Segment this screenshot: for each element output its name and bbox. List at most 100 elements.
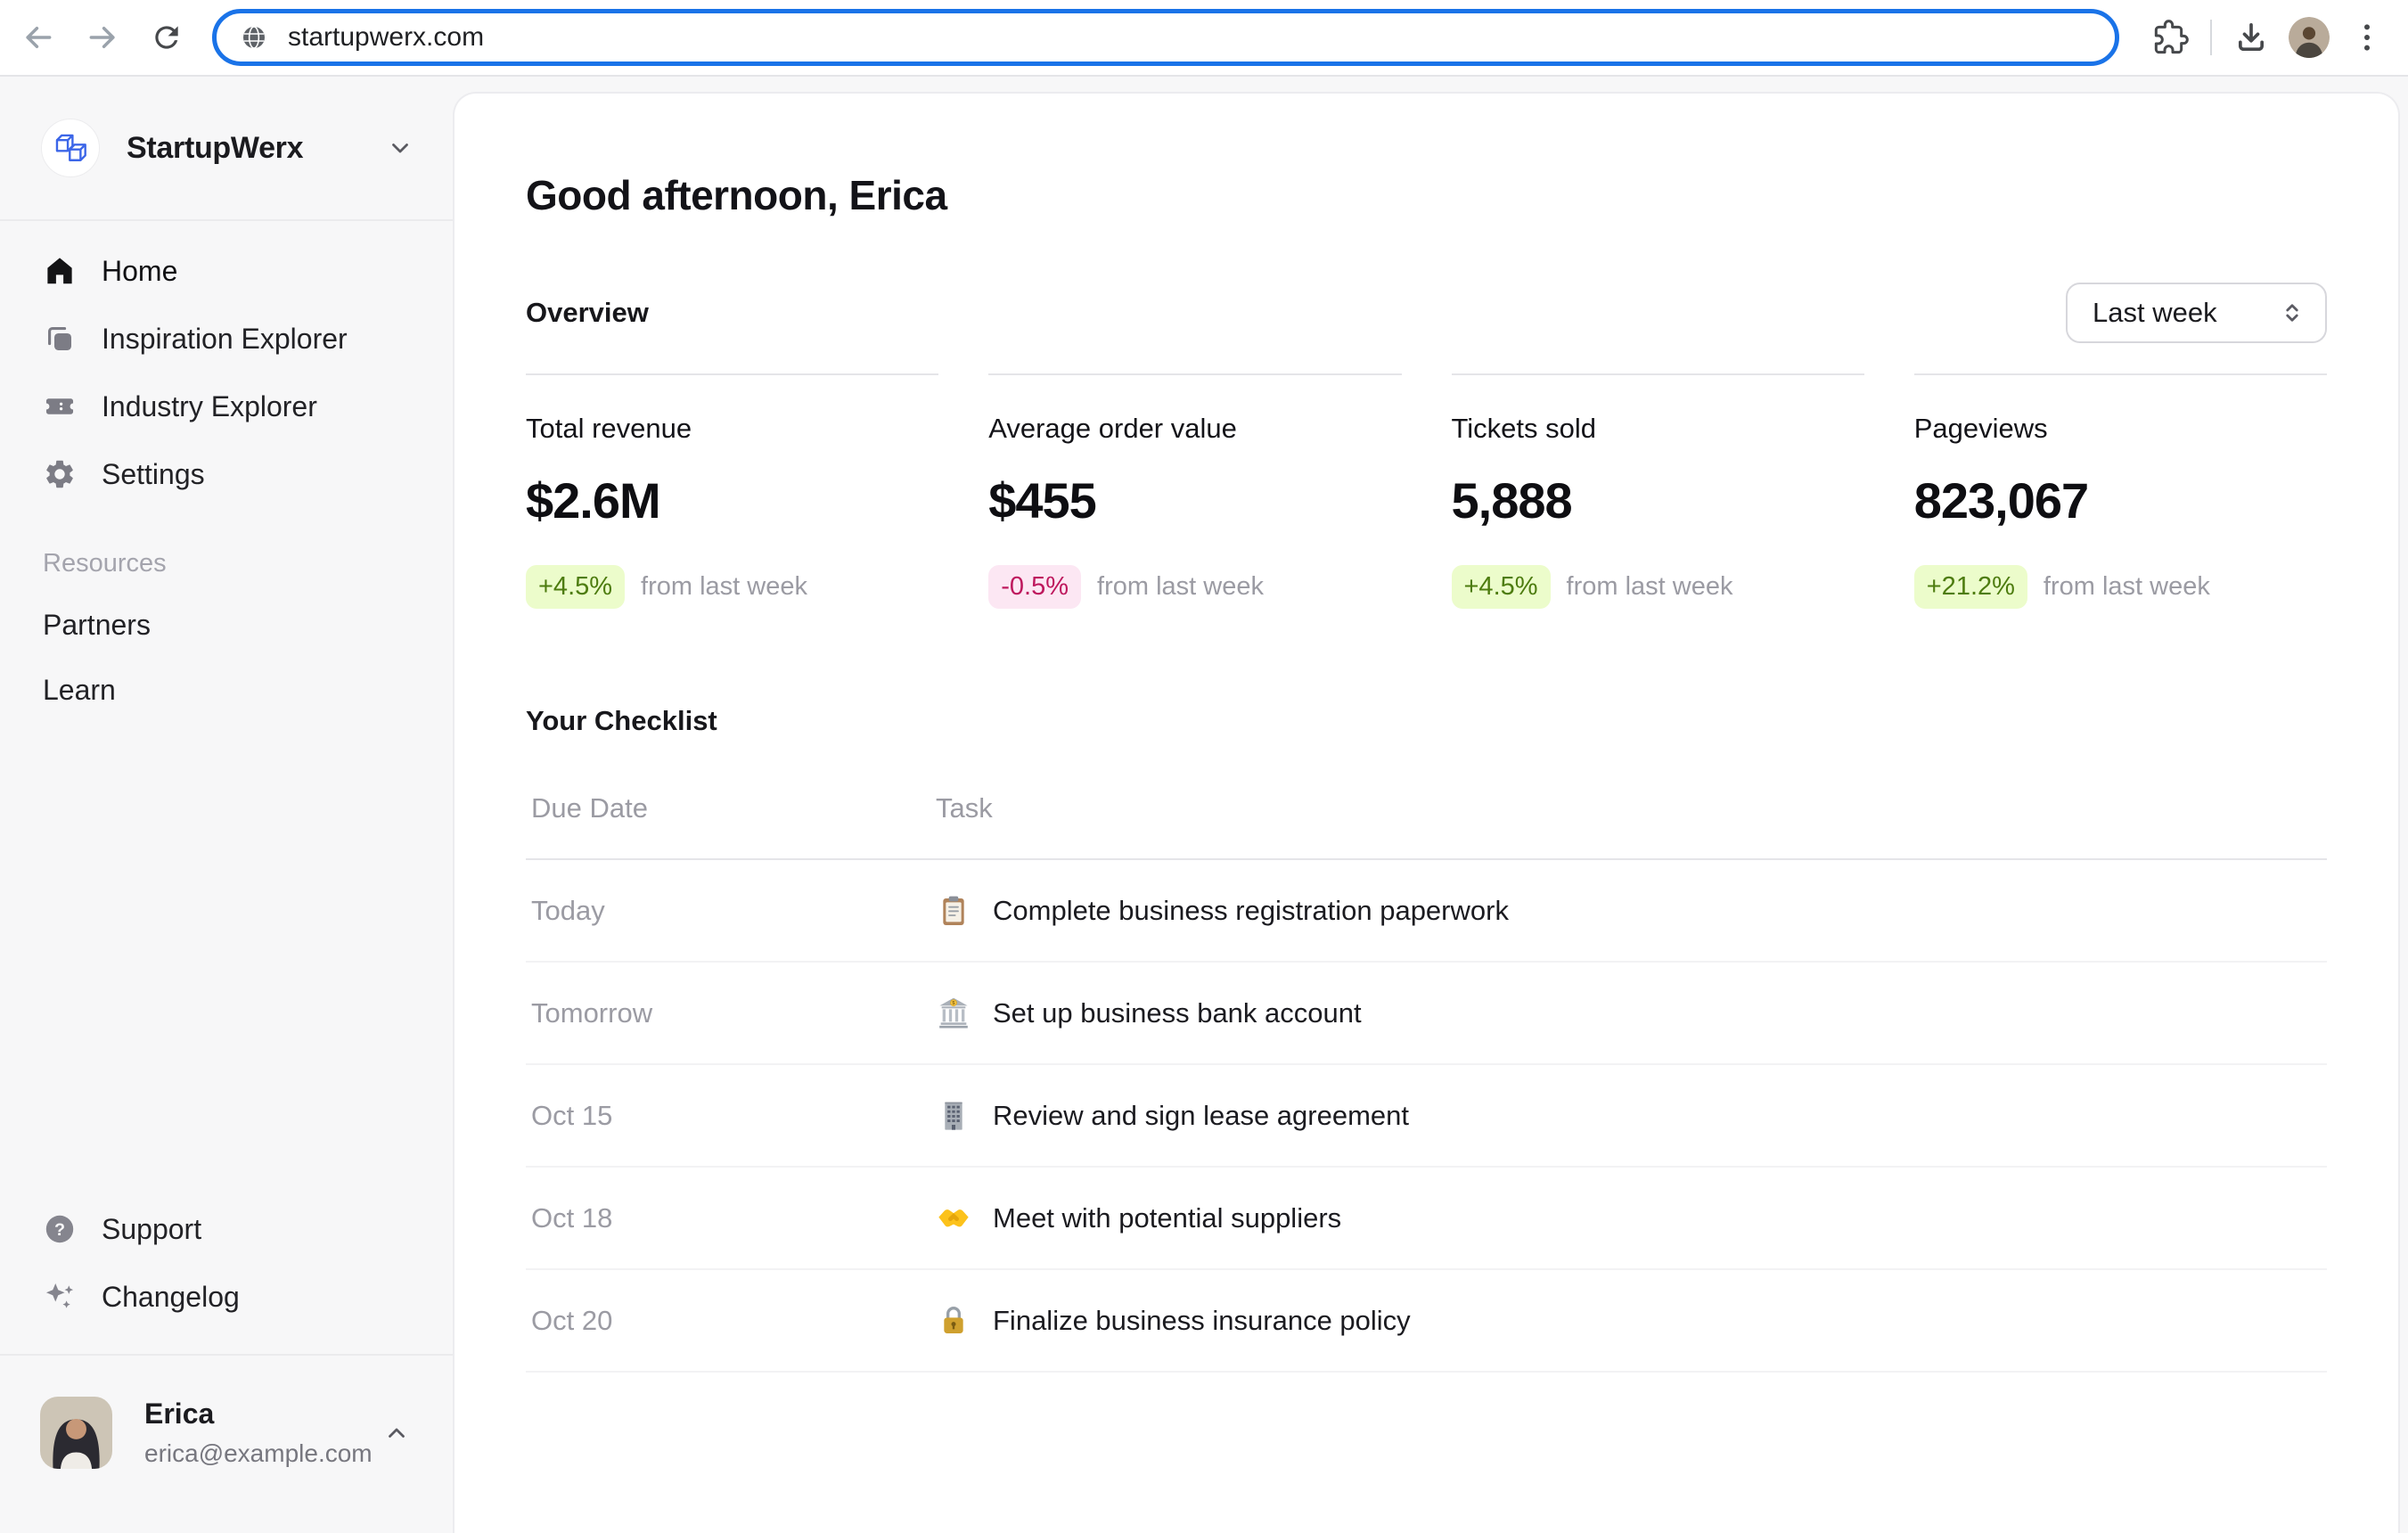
sidebar-nav-item[interactable]: Home <box>0 237 453 305</box>
reload-icon <box>150 20 184 54</box>
sidebar: StartupWerx Home Inspiration Explorer In… <box>0 77 453 1506</box>
chevron-down-icon[interactable] <box>387 135 414 161</box>
menu-dots-icon <box>2349 20 2385 55</box>
clipboard-icon <box>936 893 971 929</box>
nav-item-label: Industry Explorer <box>102 390 317 423</box>
user-profile-menu[interactable]: Erica erica@example.com <box>0 1356 453 1506</box>
back-arrow-icon <box>21 20 55 54</box>
footer-nav: Support Changelog <box>0 1195 453 1354</box>
task-label: Complete business registration paperwork <box>993 895 1509 927</box>
resource-item-label: Learn <box>43 674 116 707</box>
task-label: Finalize business insurance policy <box>993 1305 1411 1337</box>
metric-delta-badge: +4.5% <box>1452 565 1551 609</box>
browser-back-button[interactable] <box>12 12 64 63</box>
sidebar-resource-item[interactable]: Learn <box>0 658 453 723</box>
footer-item-label: Support <box>102 1213 201 1246</box>
browser-forward-button[interactable] <box>77 12 128 63</box>
column-header-task: Task <box>936 792 2322 824</box>
metric-value: $455 <box>988 471 1401 529</box>
metric-value: 5,888 <box>1452 471 1864 529</box>
checklist-table-header: Due Date Task <box>526 785 2327 860</box>
metric-delta-suffix: from last week <box>2044 572 2210 602</box>
metric-delta-suffix: from last week <box>1567 572 1733 602</box>
task-label: Set up business bank account <box>993 997 1362 1029</box>
period-select[interactable]: Last week <box>2066 283 2327 343</box>
resources-section-label: Resources <box>0 508 453 593</box>
checklist-row[interactable]: Oct 15 Review and sign lease agreement <box>526 1065 2327 1168</box>
task-due-date: Oct 15 <box>531 1100 936 1132</box>
workspace-name: StartupWerx <box>127 131 303 166</box>
checklist-rows: Today Complete business registration pap… <box>526 860 2327 1373</box>
metric-card: Average order value $455 -0.5% from last… <box>988 373 1401 609</box>
nav-item-label: Home <box>102 255 177 288</box>
checklist-section-title: Your Checklist <box>526 705 2327 737</box>
metric-label: Pageviews <box>1914 413 2327 445</box>
address-bar[interactable]: startupwerx.com <box>212 9 2119 66</box>
period-select-value: Last week <box>2093 297 2217 329</box>
sidebar-resource-item[interactable]: Partners <box>0 593 453 658</box>
toolbar-divider <box>2210 20 2212 55</box>
metric-label: Total revenue <box>526 413 938 445</box>
metric-delta-badge: +21.2% <box>1914 565 2027 609</box>
task-due-date: Tomorrow <box>531 997 936 1029</box>
sidebar-footer-item[interactable]: Support <box>0 1195 453 1263</box>
sidebar-nav-item[interactable]: Settings <box>0 440 453 508</box>
metric-value: $2.6M <box>526 471 938 529</box>
select-updown-icon <box>2279 299 2306 326</box>
downloads-button[interactable] <box>2226 12 2276 62</box>
checklist-row[interactable]: Today Complete business registration pap… <box>526 860 2327 963</box>
gear-icon <box>43 457 77 491</box>
nav-item-label: Settings <box>102 458 205 491</box>
url-text[interactable]: startupwerx.com <box>288 22 484 53</box>
metric-label: Average order value <box>988 413 1401 445</box>
sidebar-nav-item[interactable]: Industry Explorer <box>0 373 453 440</box>
footer-item-label: Changelog <box>102 1281 240 1314</box>
ticket-icon <box>43 389 77 423</box>
lock-icon <box>936 1303 971 1339</box>
extensions-icon <box>2153 20 2189 55</box>
browser-toolbar: startupwerx.com <box>0 0 2408 77</box>
forward-arrow-icon <box>86 20 119 54</box>
sidebar-nav-item[interactable]: Inspiration Explorer <box>0 305 453 373</box>
checklist-row[interactable]: Oct 18 Meet with potential suppliers <box>526 1168 2327 1270</box>
main-content: Good afternoon, Erica Overview Last week… <box>453 92 2400 1533</box>
sidebar-footer-item[interactable]: Changelog <box>0 1263 453 1331</box>
user-avatar-icon <box>40 1397 112 1469</box>
bank-icon <box>936 996 971 1031</box>
task-due-date: Oct 20 <box>531 1305 936 1337</box>
download-icon <box>2233 20 2269 55</box>
browser-menu-button[interactable] <box>2342 12 2392 62</box>
home-icon <box>43 254 77 288</box>
user-name: Erica <box>144 1398 373 1431</box>
metric-card: Tickets sold 5,888 +4.5% from last week <box>1452 373 1864 609</box>
metric-delta-suffix: from last week <box>641 572 807 602</box>
user-email: erica@example.com <box>144 1439 373 1468</box>
workspace-switcher[interactable]: StartupWerx <box>0 77 453 219</box>
extensions-button[interactable] <box>2146 12 2196 62</box>
page-title: Good afternoon, Erica <box>526 170 2327 220</box>
profile-avatar-icon <box>2289 17 2330 58</box>
metric-value: 823,067 <box>1914 471 2327 529</box>
copy-icon <box>43 322 77 356</box>
metric-card: Pageviews 823,067 +21.2% from last week <box>1914 373 2327 609</box>
resources-nav: Partners Learn <box>0 593 453 723</box>
metric-delta-badge: -0.5% <box>988 565 1081 609</box>
workspace-logo <box>41 119 100 177</box>
task-label: Meet with potential suppliers <box>993 1202 1341 1234</box>
metrics-grid: Total revenue $2.6M +4.5% from last week… <box>526 373 2327 609</box>
globe-icon <box>240 23 268 52</box>
task-label: Review and sign lease agreement <box>993 1100 1409 1132</box>
overview-section-title: Overview <box>526 297 649 329</box>
metric-delta-suffix: from last week <box>1097 572 1264 602</box>
checklist-row[interactable]: Oct 20 Finalize business insurance polic… <box>526 1270 2327 1373</box>
office-building-icon <box>936 1098 971 1134</box>
task-due-date: Oct 18 <box>531 1202 936 1234</box>
primary-nav: Home Inspiration Explorer Industry Explo… <box>0 221 453 508</box>
resource-item-label: Partners <box>43 609 151 642</box>
browser-profile-avatar[interactable] <box>2289 17 2330 58</box>
cubes-logo-icon <box>51 128 90 168</box>
column-header-due-date: Due Date <box>531 792 936 824</box>
browser-reload-button[interactable] <box>141 12 192 63</box>
checklist-row[interactable]: Tomorrow Set up business bank account <box>526 963 2327 1065</box>
chevron-up-icon[interactable] <box>383 1420 410 1447</box>
